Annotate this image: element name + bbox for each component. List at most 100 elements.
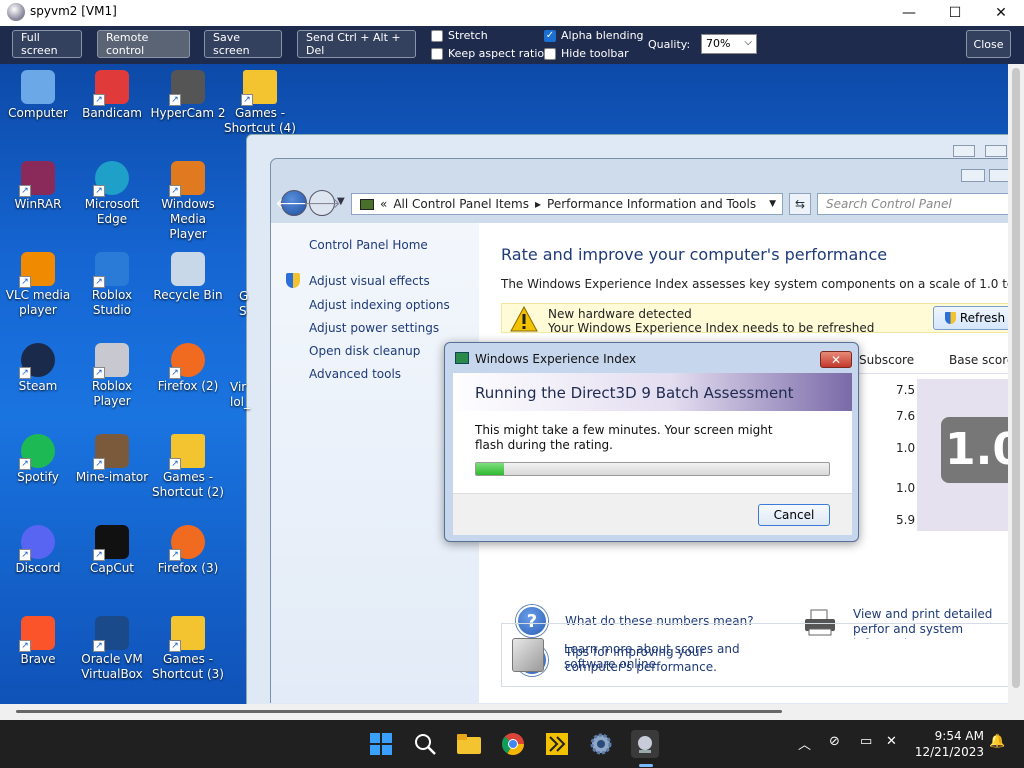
minimize-button[interactable]: — xyxy=(886,0,932,26)
shortcut-arrow-icon: ↗ xyxy=(169,185,181,197)
chrome-icon[interactable] xyxy=(499,730,527,758)
scroll-thumb[interactable] xyxy=(16,710,782,713)
desktop-icon[interactable]: ↗ CapCut xyxy=(74,525,150,576)
subscore-value: 1.0 xyxy=(896,441,916,455)
full-screen-button[interactable]: Full screen xyxy=(12,30,82,58)
address-bar[interactable]: « All Control Panel Items ▸ Performance … xyxy=(351,193,783,215)
file-explorer-icon[interactable] xyxy=(455,730,483,758)
hide-toolbar-checkbox[interactable]: Hide toolbar xyxy=(544,47,629,60)
save-screen-button[interactable]: Save screen xyxy=(204,30,282,58)
desktop-icon[interactable]: ↗ VLC media player xyxy=(0,252,76,318)
cp-maximize-button[interactable] xyxy=(989,169,1008,182)
remote-desktop[interactable]: Computer ↗ Bandicam ↗ HyperCam 2 ↗ Games - Sho… xyxy=(0,64,1008,704)
stretch-checkbox[interactable]: Stretch xyxy=(431,29,488,42)
desktop-icon-label: VLC media player xyxy=(5,288,71,317)
viewer-app-icon[interactable] xyxy=(631,730,659,758)
alert-title: New hardware detected xyxy=(548,307,692,321)
desktop-icon[interactable]: ↗ Brave xyxy=(0,616,76,667)
app-icon[interactable] xyxy=(543,730,571,758)
adjust-visual-effects-link[interactable]: Adjust visual effects xyxy=(309,274,430,288)
close-button[interactable]: Close xyxy=(966,30,1011,58)
desktop-icon-label: WinRAR xyxy=(14,197,62,211)
desktop-icon[interactable]: Recycle Bin xyxy=(150,252,226,303)
refresh-label: Refresh xyxy=(959,311,1006,325)
desktop-icon[interactable]: ↗ Firefox (3) xyxy=(150,525,226,576)
clock[interactable]: 9:54 AM 12/21/2023 xyxy=(904,728,984,760)
refresh-button[interactable]: Refresh xyxy=(933,306,1008,330)
notification-bell-icon[interactable]: 🔔 xyxy=(989,734,1005,749)
address-dropdown-icon[interactable]: ▼ xyxy=(769,199,776,209)
cancel-button[interactable]: Cancel xyxy=(758,504,830,526)
send-ctrl-alt-del-button[interactable]: Send Ctrl + Alt + Del xyxy=(297,30,416,58)
desktop-icon[interactable]: ↗ Mine-imator xyxy=(74,434,150,485)
adjust-indexing-link[interactable]: Adjust indexing options xyxy=(309,298,450,312)
desktop-icon[interactable]: ↗ Games - Shortcut (3) xyxy=(150,616,226,682)
desktop-icon[interactable]: ↗ Windows Media Player xyxy=(150,161,226,242)
cp-minimize-button[interactable] xyxy=(961,169,985,182)
firefox-icon: ↗ xyxy=(169,525,205,561)
tray-overflow-icon[interactable]: ︿ xyxy=(798,734,811,753)
recent-pages-icon[interactable]: ▼ xyxy=(337,196,345,207)
vertical-scrollbar[interactable] xyxy=(1008,64,1024,704)
desktop-icon[interactable]: ↗ Games - Shortcut (4) xyxy=(222,70,298,136)
breadcrumb-root[interactable]: All Control Panel Items xyxy=(393,197,529,211)
desktop-icon[interactable]: ↗ Roblox Studio xyxy=(74,252,150,318)
folder-icon: ↗ xyxy=(169,616,205,652)
virtualbox-icon: ↗ xyxy=(93,616,129,652)
control-panel-home-link[interactable]: Control Panel Home xyxy=(309,238,428,252)
desktop-icon-label: Games - Shortcut (2) xyxy=(152,470,224,499)
recycle-bin-icon xyxy=(171,252,205,286)
desktop-icon[interactable]: ↗ Firefox (2) xyxy=(150,343,226,394)
advanced-tools-link[interactable]: Advanced tools xyxy=(309,367,401,381)
desktop-icon[interactable]: ↗ HyperCam 2 xyxy=(150,70,226,121)
disk-cleanup-link[interactable]: Open disk cleanup xyxy=(309,344,420,358)
close-icon[interactable]: ✕ xyxy=(820,351,852,368)
keep-aspect-checkbox[interactable]: Keep aspect ratio xyxy=(431,47,544,60)
bandicam-icon: ↗ xyxy=(93,70,129,106)
desktop-icon-label: Firefox (3) xyxy=(157,561,219,575)
desktop-icon[interactable]: ↗ WinRAR xyxy=(0,161,76,212)
quality-select[interactable]: 70% ⌵ xyxy=(701,34,757,54)
forward-button[interactable]: 🡒 xyxy=(303,190,341,216)
subscore-header: Subscore xyxy=(859,353,915,367)
desktop-icon[interactable]: ↗ Roblox Player xyxy=(74,343,150,409)
desktop-icon[interactable]: ↗ Steam xyxy=(0,343,76,394)
horizontal-scrollbar[interactable] xyxy=(0,704,1024,720)
network-icon[interactable]: ⊘ xyxy=(829,734,840,749)
adjust-power-link[interactable]: Adjust power settings xyxy=(309,321,439,335)
bg-maximize-button[interactable] xyxy=(985,145,1007,157)
desktop-icon[interactable]: ↗ Discord xyxy=(0,525,76,576)
desktop-icon[interactable]: ↗ Oracle VM VirtualBox xyxy=(74,616,150,682)
volume-muted-icon[interactable]: ✕ xyxy=(886,734,897,749)
clock-date: 12/21/2023 xyxy=(914,745,984,759)
checkbox-box[interactable] xyxy=(431,47,443,60)
close-window-button[interactable]: ✕ xyxy=(978,0,1024,26)
desktop-icon[interactable]: Computer xyxy=(0,70,76,121)
checkbox-box[interactable] xyxy=(544,47,556,60)
alpha-blending-checkbox[interactable]: ✓ Alpha blending xyxy=(544,29,644,42)
display-icon[interactable]: ▭ xyxy=(860,734,872,749)
breadcrumb-current[interactable]: Performance Information and Tools xyxy=(547,197,756,211)
checkbox-box[interactable] xyxy=(431,29,443,42)
scroll-thumb[interactable] xyxy=(1012,68,1020,688)
bg-minimize-button[interactable] xyxy=(953,145,975,157)
learn-more-box: Learn more about scores and software onl… xyxy=(501,623,1008,687)
checkbox-checked[interactable]: ✓ xyxy=(544,29,556,42)
desktop-icon[interactable]: ↗ Spotify xyxy=(0,434,76,485)
maximize-button[interactable]: ☐ xyxy=(932,0,978,26)
search-input[interactable]: Search Control Panel xyxy=(817,193,1008,215)
control-panel-icon xyxy=(360,198,374,210)
shortcut-arrow-icon: ↗ xyxy=(169,367,181,379)
desktop-icon[interactable]: ↗ Games - Shortcut (2) xyxy=(150,434,226,500)
search-icon[interactable] xyxy=(411,730,439,758)
start-icon[interactable] xyxy=(367,730,395,758)
remote-control-button[interactable]: Remote control xyxy=(97,30,190,58)
desktop-icon[interactable]: ↗ Bandicam xyxy=(74,70,150,121)
desktop-icon[interactable]: ↗ Microsoft Edge xyxy=(74,161,150,227)
folder-icon: ↗ xyxy=(241,70,277,106)
desktop-icon-label: Discord xyxy=(15,561,61,575)
settings-icon[interactable] xyxy=(587,730,615,758)
refresh-icon[interactable]: ⇆ xyxy=(789,193,811,215)
learn-more-link[interactable]: Learn more about scores and software onl… xyxy=(564,642,784,672)
window-title: spyvm2 [VM1] xyxy=(30,4,117,18)
